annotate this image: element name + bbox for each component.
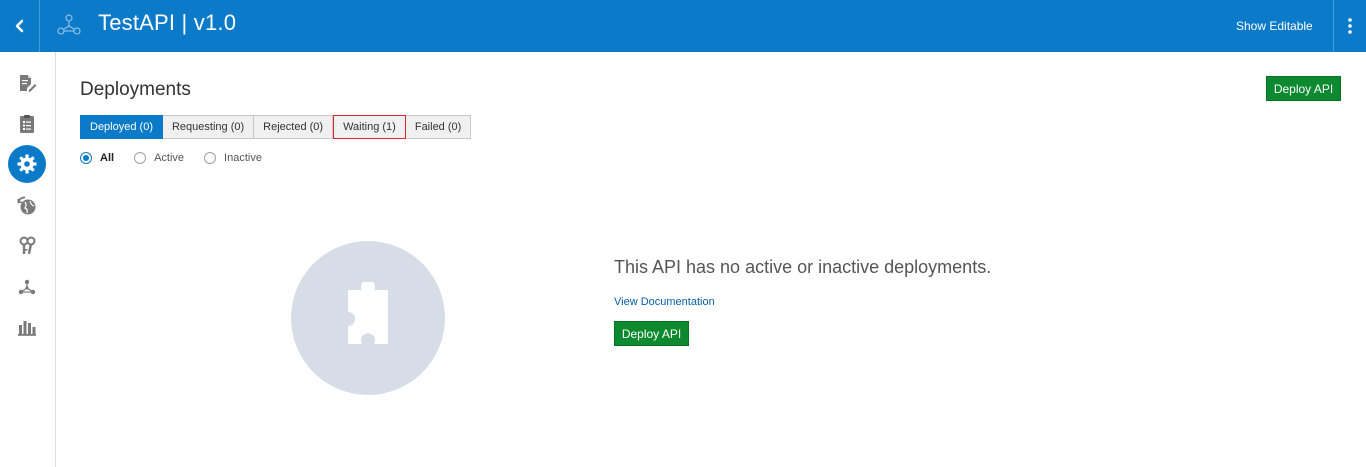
chevron-left-icon — [15, 19, 23, 33]
empty-state-illustration — [291, 241, 445, 395]
radio-indicator — [80, 152, 92, 164]
tab-requesting[interactable]: Requesting (0) — [162, 115, 255, 139]
empty-state-message: This API has no active or inactive deplo… — [614, 257, 992, 277]
tab-failed[interactable]: Failed (0) — [405, 115, 472, 139]
sidebar-item-deployments[interactable] — [8, 145, 46, 183]
radio-indicator — [134, 152, 147, 164]
sidebar-item-overview[interactable] — [8, 64, 46, 102]
radio-indicator — [204, 152, 217, 164]
sidebar-item-grants[interactable] — [8, 227, 46, 265]
left-sidebar — [0, 52, 56, 467]
tab-deployed[interactable]: Deployed (0) — [80, 115, 163, 139]
edit-document-icon — [20, 75, 37, 92]
sidebar-item-implementation[interactable] — [8, 105, 46, 143]
vertical-dots-icon — [1348, 18, 1352, 34]
filter-all-label: All — [100, 152, 115, 164]
list-document-icon — [20, 115, 34, 133]
filter-active-label: Active — [154, 152, 185, 164]
sidebar-item-analytics[interactable] — [8, 308, 46, 346]
show-editable-button[interactable]: Show Editable — [1236, 19, 1313, 33]
deploy-api-empty-state-button[interactable]: Deploy API — [614, 321, 689, 346]
view-documentation-link[interactable]: View Documentation — [614, 296, 715, 308]
filter-all-radio[interactable]: All — [80, 152, 114, 164]
puzzle-piece-icon — [348, 282, 388, 344]
top-header: TestAPI | v1.0 Show Editable — [0, 0, 1366, 52]
api-network-icon — [18, 279, 36, 295]
api-network-icon — [57, 14, 81, 35]
page-title: Deployments — [80, 79, 191, 100]
back-button[interactable] — [0, 0, 40, 52]
keys-icon — [19, 236, 36, 255]
filter-inactive-label: Inactive — [224, 152, 262, 164]
filter-inactive-radio[interactable]: Inactive — [204, 152, 262, 164]
sidebar-item-registrations[interactable] — [8, 268, 46, 306]
gear-icon — [17, 154, 37, 174]
bar-chart-icon — [18, 321, 36, 336]
api-title: TestAPI | v1.0 — [98, 10, 237, 35]
tab-waiting[interactable]: Waiting (1) — [333, 115, 406, 139]
tab-rejected[interactable]: Rejected (0) — [254, 115, 334, 139]
filter-active-radio[interactable]: Active — [134, 152, 184, 164]
globe-refresh-icon — [17, 196, 36, 215]
deployment-status-tabs: Deployed (0) Requesting (0) Rejected (0)… — [80, 115, 472, 139]
deploy-api-button[interactable]: Deploy API — [1266, 76, 1341, 101]
more-menu-button[interactable] — [1333, 0, 1366, 52]
deployment-filter: All Active Inactive — [80, 152, 282, 164]
sidebar-item-publication[interactable] — [8, 187, 46, 225]
